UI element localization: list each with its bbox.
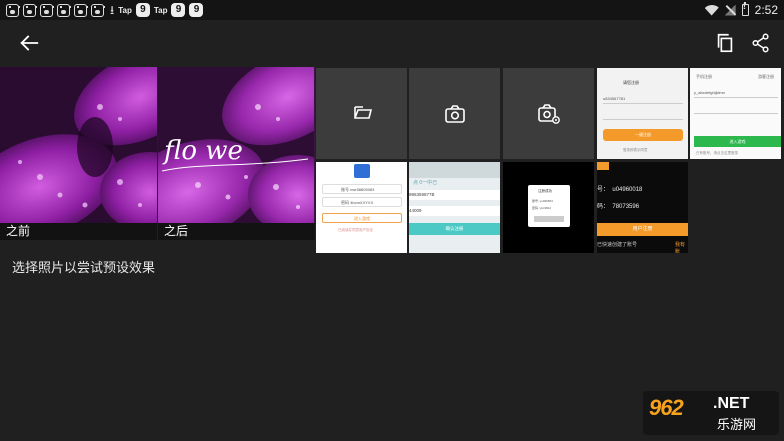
- site-watermark: 962 .NET 乐游网: [643, 391, 779, 435]
- status-notifications: ⭳ Tap 9 Tap 9 9: [6, 3, 204, 17]
- after-label: 之后: [158, 223, 315, 240]
- watermark-site-name: 乐游网: [717, 418, 757, 433]
- back-arrow-icon[interactable]: [18, 32, 40, 54]
- paw-icon: [6, 3, 20, 17]
- status-app-text: Tap: [153, 5, 168, 15]
- before-preview-image: [0, 67, 157, 223]
- game-logo-icon: [354, 164, 370, 178]
- photo-thumbnail[interactable]: 账号 nwr58805083 密码 4bcmXXYXX 进入游戏 已阅读并同意用…: [316, 162, 407, 253]
- watermark-net: .NET: [713, 395, 750, 412]
- script-watermark-text: flo we: [162, 136, 243, 166]
- status-system: 2:52: [705, 2, 778, 18]
- battery-alert-icon: [741, 2, 749, 16]
- status-app-text: Tap: [118, 5, 132, 15]
- paw-icon: [74, 3, 88, 17]
- copy-icon[interactable]: [714, 32, 736, 54]
- camera-icon: [444, 104, 465, 123]
- camera-button[interactable]: [409, 68, 500, 159]
- open-folder-button[interactable]: [316, 68, 407, 159]
- wifi-icon: [705, 5, 719, 16]
- select-photo-hint: 选择照片以尝试预设效果: [12, 261, 156, 276]
- photo-thumbnail[interactable]: 手机注册 游客注册 y_abcdefghijklmn 进入游戏 已有账号，请点击…: [690, 68, 781, 159]
- no-signal-icon: [725, 5, 736, 16]
- paw-icon: [57, 3, 71, 17]
- paw-icon: [23, 3, 37, 17]
- status-bar: ⭳ Tap 9 Tap 9 9 2:52: [0, 0, 784, 20]
- photo-thumbnail[interactable]: 注册成功 账号: yu039654 密码: ybc3812: [503, 162, 594, 253]
- share-icon[interactable]: [750, 32, 772, 54]
- download-icon: ⭳: [110, 3, 115, 17]
- status-clock: 2:52: [754, 3, 778, 17]
- paw-icon: [40, 3, 54, 17]
- after-preview-image: flo we: [158, 67, 315, 223]
- camera-settings-button[interactable]: [503, 68, 594, 159]
- app-badge-icon: 9: [135, 3, 150, 17]
- folder-icon: [353, 105, 372, 119]
- before-label: 之前: [0, 223, 157, 240]
- watermark-logo: 962: [649, 395, 684, 420]
- paw-icon: [91, 3, 105, 17]
- app-toolbar: [0, 20, 784, 66]
- photo-thumbnail[interactable]: 请您注册 u834567781 一键注册 登录即表示同意: [597, 68, 688, 159]
- photo-thumbnail[interactable]: 号： u04960018 码： 78073596 用户注册 已快速创建了账号 我…: [597, 162, 688, 253]
- app-badge-icon: 9: [189, 3, 204, 17]
- gear-camera-icon: [537, 103, 560, 124]
- photo-thumbnail[interactable]: 点 0一中己 986359877B 44009 确认注册: [409, 162, 500, 253]
- app-badge-icon: 9: [171, 3, 186, 17]
